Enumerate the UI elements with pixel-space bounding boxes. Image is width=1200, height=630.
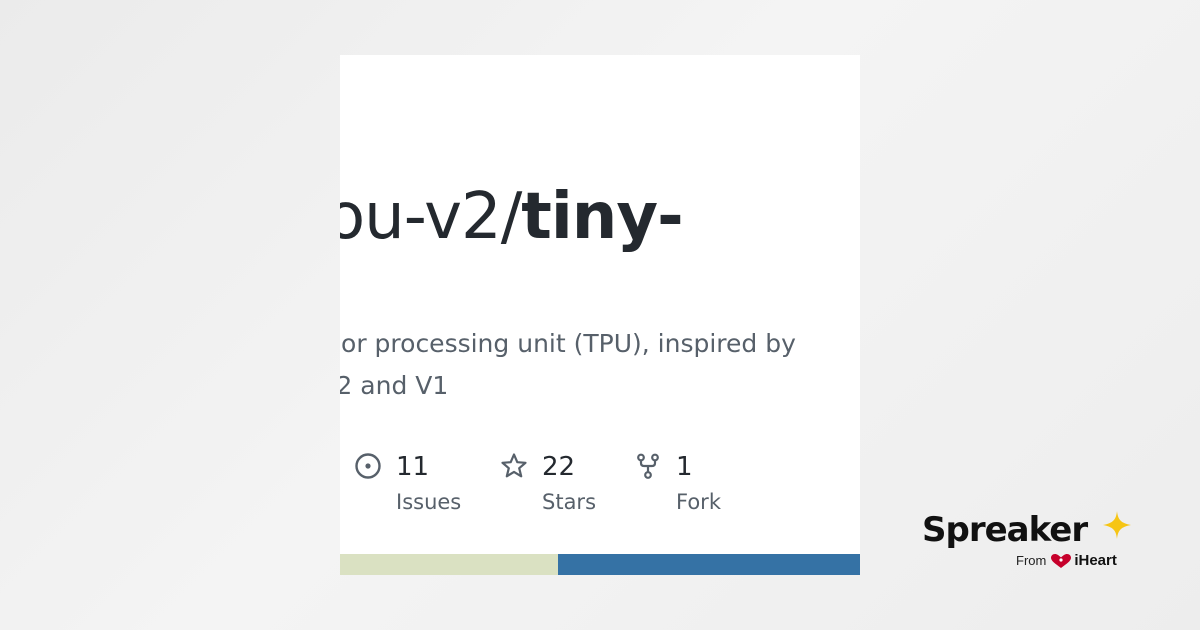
brand-from-text: From (1016, 553, 1047, 568)
repo-title-owner: ou-v2/ (340, 180, 522, 254)
stars-count: 22 (542, 452, 576, 482)
sparkle-star-icon (1103, 511, 1131, 539)
fork-icon (637, 453, 659, 479)
brand-iheart-text: iHeart (1074, 552, 1117, 569)
language-bar (340, 554, 860, 575)
repo-title-name: tiny- (521, 180, 683, 254)
brand-subline: From iHeart (1016, 552, 1117, 569)
brand-name: Spreaker (922, 510, 1088, 550)
iheart-heart-icon (1051, 553, 1072, 568)
repo-preview-card: ou-v2/tiny- sor processing unit (TPU), i… (340, 55, 860, 575)
language-segment-2 (558, 554, 860, 575)
spreaker-logo: Spreaker From iHeart (922, 508, 1142, 578)
stars-label: Stars (542, 490, 597, 514)
repo-title: ou-v2/tiny- (340, 185, 684, 249)
star-icon (501, 453, 527, 478)
issue-circle-icon (355, 453, 381, 479)
forks-count: 1 (676, 452, 693, 482)
repo-description: sor processing unit (TPU), inspired by /… (340, 323, 848, 407)
issues-label: Issues (396, 490, 462, 514)
forks-label: Fork (676, 490, 721, 514)
repo-description-line-1: sor processing unit (TPU), inspired by (340, 329, 796, 358)
repo-description-line-2: /2 and V1 (340, 371, 449, 400)
issues-count: 11 (396, 452, 430, 482)
language-segment-1 (340, 554, 559, 575)
